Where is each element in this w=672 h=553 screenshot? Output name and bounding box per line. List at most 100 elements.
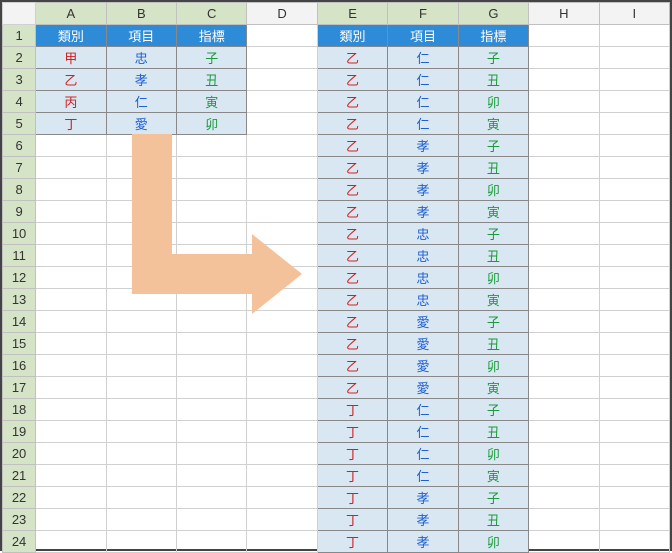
cell[interactable]: [176, 487, 246, 509]
cell[interactable]: [529, 245, 599, 267]
cell[interactable]: [36, 377, 106, 399]
cell[interactable]: 寅: [458, 465, 528, 487]
row-header[interactable]: 15: [3, 333, 36, 355]
cell[interactable]: [599, 245, 669, 267]
cell[interactable]: [247, 223, 317, 245]
cell[interactable]: [599, 223, 669, 245]
cell[interactable]: 乙: [36, 69, 106, 91]
cell[interactable]: [529, 179, 599, 201]
cell[interactable]: [529, 267, 599, 289]
cell[interactable]: 乙: [317, 157, 387, 179]
cell[interactable]: [247, 135, 317, 157]
cell[interactable]: 忠: [388, 245, 458, 267]
cell[interactable]: 乙: [317, 311, 387, 333]
cell[interactable]: [176, 245, 246, 267]
cell[interactable]: [247, 509, 317, 531]
cell[interactable]: [529, 47, 599, 69]
cell[interactable]: [176, 531, 246, 553]
cell[interactable]: [106, 311, 176, 333]
cell[interactable]: [176, 465, 246, 487]
cell[interactable]: [36, 443, 106, 465]
row-header[interactable]: 18: [3, 399, 36, 421]
cell[interactable]: 卯: [458, 355, 528, 377]
row-header[interactable]: 4: [3, 91, 36, 113]
cell[interactable]: 丑: [176, 69, 246, 91]
cell[interactable]: [176, 377, 246, 399]
cell[interactable]: 乙: [317, 179, 387, 201]
cell[interactable]: 孝: [388, 487, 458, 509]
row-header[interactable]: 21: [3, 465, 36, 487]
cell[interactable]: 指標: [458, 25, 528, 47]
row-header[interactable]: 3: [3, 69, 36, 91]
cell[interactable]: [36, 465, 106, 487]
cell[interactable]: [529, 509, 599, 531]
cell[interactable]: 孝: [388, 179, 458, 201]
col-header[interactable]: I: [599, 3, 669, 25]
cell[interactable]: [247, 91, 317, 113]
cell[interactable]: 仁: [388, 69, 458, 91]
cell[interactable]: [599, 69, 669, 91]
cell[interactable]: [176, 311, 246, 333]
cell[interactable]: [176, 333, 246, 355]
cell[interactable]: [247, 69, 317, 91]
cell[interactable]: [176, 267, 246, 289]
cell[interactable]: 類別: [317, 25, 387, 47]
cell[interactable]: [176, 421, 246, 443]
row-header[interactable]: 8: [3, 179, 36, 201]
cell[interactable]: 乙: [317, 69, 387, 91]
cell[interactable]: [529, 399, 599, 421]
cell[interactable]: [247, 443, 317, 465]
cell[interactable]: [599, 201, 669, 223]
cell[interactable]: 丁: [317, 399, 387, 421]
cell[interactable]: 乙: [317, 91, 387, 113]
cell[interactable]: 乙: [317, 245, 387, 267]
cell[interactable]: 丑: [458, 333, 528, 355]
cell[interactable]: [247, 377, 317, 399]
cell[interactable]: [106, 399, 176, 421]
cell[interactable]: 孝: [388, 509, 458, 531]
cell[interactable]: 乙: [317, 113, 387, 135]
cell[interactable]: [106, 201, 176, 223]
cell[interactable]: [247, 245, 317, 267]
cell[interactable]: 乙: [317, 333, 387, 355]
col-header[interactable]: F: [388, 3, 458, 25]
cell[interactable]: [106, 223, 176, 245]
cell[interactable]: [599, 311, 669, 333]
cell[interactable]: [106, 421, 176, 443]
cell[interactable]: 乙: [317, 135, 387, 157]
cell[interactable]: 仁: [388, 47, 458, 69]
cell[interactable]: [247, 487, 317, 509]
cell[interactable]: [106, 355, 176, 377]
cell[interactable]: 丑: [458, 69, 528, 91]
cell[interactable]: 仁: [388, 399, 458, 421]
cell[interactable]: [529, 135, 599, 157]
cell[interactable]: [106, 465, 176, 487]
cell[interactable]: [36, 289, 106, 311]
cell[interactable]: [106, 267, 176, 289]
cell[interactable]: [176, 355, 246, 377]
cell[interactable]: [599, 509, 669, 531]
cell[interactable]: 寅: [176, 91, 246, 113]
cell[interactable]: [599, 135, 669, 157]
col-header[interactable]: G: [458, 3, 528, 25]
cell[interactable]: [529, 443, 599, 465]
cell[interactable]: [599, 355, 669, 377]
cell[interactable]: [247, 179, 317, 201]
cell[interactable]: 子: [458, 223, 528, 245]
cell[interactable]: 卯: [458, 443, 528, 465]
cell[interactable]: [36, 135, 106, 157]
row-header[interactable]: 9: [3, 201, 36, 223]
row-header[interactable]: 11: [3, 245, 36, 267]
cell[interactable]: 乙: [317, 355, 387, 377]
cell[interactable]: 子: [458, 311, 528, 333]
cell[interactable]: [176, 157, 246, 179]
row-header[interactable]: 24: [3, 531, 36, 553]
cell[interactable]: [36, 157, 106, 179]
cell[interactable]: 仁: [388, 91, 458, 113]
cell[interactable]: 丁: [317, 421, 387, 443]
col-header[interactable]: A: [36, 3, 106, 25]
cell[interactable]: [176, 223, 246, 245]
cell[interactable]: [529, 333, 599, 355]
row-header[interactable]: 16: [3, 355, 36, 377]
cell[interactable]: [599, 531, 669, 553]
